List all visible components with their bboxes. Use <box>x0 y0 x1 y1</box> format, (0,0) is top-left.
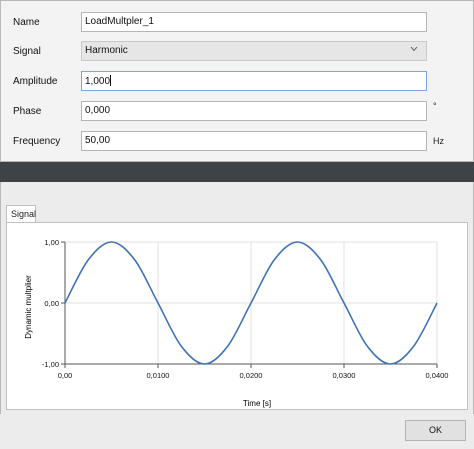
signal-properties-panel: Name LoadMultpler_1 Signal Harmonic Ampl… <box>0 0 474 162</box>
chart-ticks: 0,00 0,0100 0,0200 0,0300 0,0400 1,00 0,00 -1,0… <box>42 238 449 380</box>
phase-value: 0,000 <box>85 105 111 116</box>
ok-button[interactable]: OK <box>405 420 466 441</box>
frequency-input[interactable]: 50,00 <box>81 131 427 151</box>
y-tick-label: 1,00 <box>44 238 59 247</box>
name-input[interactable]: LoadMultpler_1 <box>81 12 427 32</box>
frequency-label: Frequency <box>13 136 61 147</box>
signal-chart: 0,00 0,0100 0,0200 0,0300 0,0400 1,00 0,00 -1,0… <box>24 238 449 408</box>
phase-label: Phase <box>13 106 42 117</box>
panel-divider <box>0 162 474 182</box>
signal-value: Harmonic <box>85 45 128 56</box>
x-tick-label: 0,00 <box>58 371 73 380</box>
signal-label: Signal <box>13 46 41 57</box>
frequency-unit: Hz <box>433 136 444 146</box>
x-tick-label: 0,0300 <box>333 371 356 380</box>
chevron-down-icon[interactable] <box>410 44 418 55</box>
x-tick-label: 0,0200 <box>240 371 263 380</box>
tab-signal[interactable]: Signal <box>6 205 36 223</box>
x-tick-label: 0,0100 <box>147 371 170 380</box>
amplitude-input[interactable]: 1,000 <box>81 71 427 91</box>
phase-unit: ° <box>433 101 437 111</box>
y-tick-label: -1,00 <box>42 360 59 369</box>
x-axis-label: Time [s] <box>243 399 271 408</box>
amplitude-value: 1,000 <box>85 76 111 87</box>
amplitude-label: Amplitude <box>13 76 58 87</box>
frequency-value: 50,00 <box>85 135 111 146</box>
signal-select[interactable]: Harmonic <box>81 41 427 61</box>
phase-input[interactable]: 0,000 <box>81 101 427 121</box>
x-tick-label: 0,0400 <box>426 371 449 380</box>
name-value: LoadMultpler_1 <box>85 16 154 27</box>
y-tick-label: 0,00 <box>44 299 59 308</box>
ok-button-label: OK <box>428 425 442 435</box>
dialog-footer <box>0 414 474 449</box>
tab-signal-label: Signal <box>11 209 37 219</box>
text-cursor <box>110 75 112 86</box>
chart-container: 0,00 0,0100 0,0200 0,0300 0,0400 1,00 0,00 -1,0… <box>6 222 468 410</box>
name-label: Name <box>13 17 40 28</box>
y-axis-label: Dynamic multplier <box>24 275 33 339</box>
